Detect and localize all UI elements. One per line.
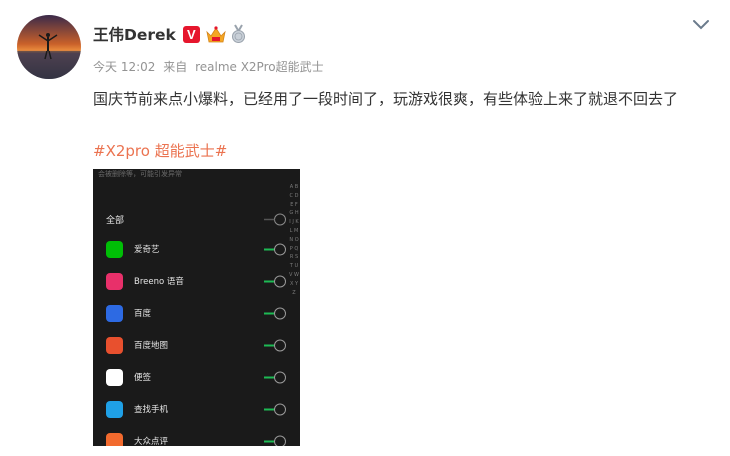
app-label: 爱奇艺 [134,245,160,255]
iqiyi-icon [106,240,123,258]
find-phone-icon [106,400,123,418]
app-toggle [264,371,286,383]
post-source[interactable]: realme X2Pro超能武士 [195,60,324,74]
crown-badge-icon[interactable] [205,24,227,44]
avatar[interactable] [17,15,81,79]
app-label: 查找手机 [134,405,169,415]
topic-link[interactable]: #X2pro 超能武士# [93,140,227,161]
post-time[interactable]: 今天 12:02 [93,60,155,74]
post-text: 国庆节前来点小爆料，已经用了一段时间了，玩游戏很爽，有些体验上来了就退不回去了 [93,90,679,108]
app-toggle [264,275,286,287]
app-label: Breeno 语音 [134,277,184,287]
app-row: Breeno 语音 [93,268,288,294]
notes-icon [106,368,123,386]
author-row: 王伟Derek V [93,23,247,45]
app-label: 便签 [134,373,152,383]
weibo-post-card: 王伟Derek V 今天 12:02 来自 realme X2Pro超能武士 国… [0,0,730,456]
all-apps-row: 全部 [93,206,288,232]
app-row: 查找手机 [93,396,288,422]
baidu-icon [106,304,123,322]
app-label: 大众点评 [134,437,169,446]
post-meta: 今天 12:02 来自 realme X2Pro超能武士 [93,58,328,75]
all-label: 全部 [106,215,125,226]
author-name[interactable]: 王伟Derek [93,23,176,45]
baidu-map-icon [106,336,123,354]
screenshot-header-text: 会被删除等，可能引发异常 [98,170,182,178]
chevron-down-icon[interactable] [690,16,712,34]
app-label: 百度地图 [134,341,169,351]
medal-badge-icon[interactable] [230,24,247,44]
dianping-icon [106,432,123,446]
app-row: 百度地图 [93,332,288,358]
app-row: 大众点评 [93,428,288,446]
app-row: 爱奇艺 [93,236,288,262]
breeno-icon [106,272,123,290]
app-toggle [264,307,286,319]
app-row: 百度 [93,300,288,326]
app-toggle [264,339,286,351]
all-toggle [264,213,286,225]
source-prefix: 来自 [163,60,188,74]
verified-badge-icon[interactable]: V [182,25,200,43]
app-toggle [264,403,286,415]
app-toggle [264,435,286,446]
app-label: 百度 [134,309,152,319]
app-row: 便签 [93,364,288,390]
post-image[interactable]: 会被删除等，可能引发异常 全部 爱奇艺 Breeno 语音 百度百度地图便签查找手机… [93,169,300,446]
alphabet-index: A B C D E F G H I J K L M N O P Q R S T … [289,184,299,296]
app-toggle [264,243,286,255]
